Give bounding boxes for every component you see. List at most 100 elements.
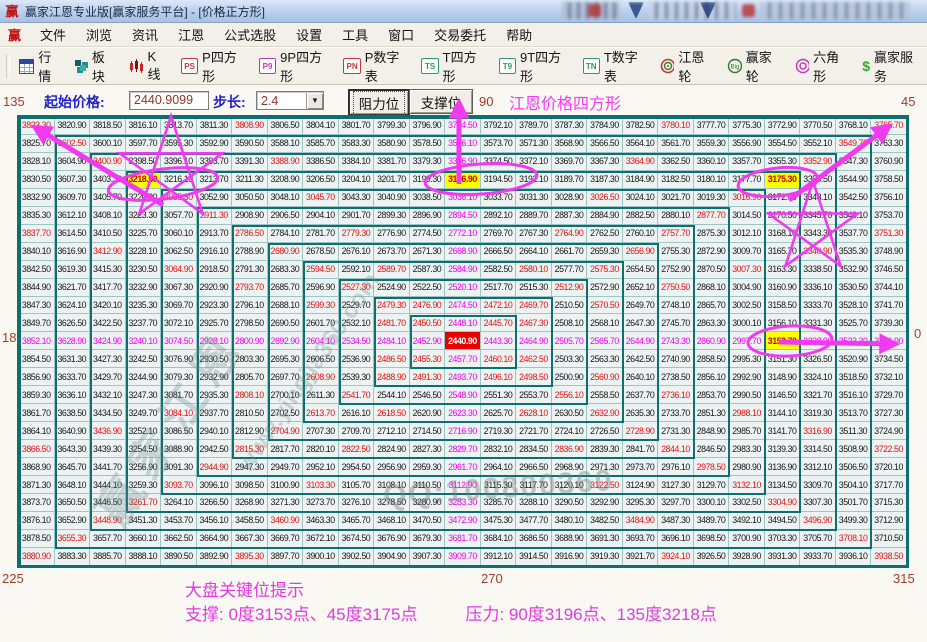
grid-cell: 2479.30: [374, 297, 410, 315]
support-button[interactable]: 支撑位: [409, 89, 473, 114]
grid-cell: 3408.10: [90, 207, 126, 225]
grid-cell: 2738.50: [658, 368, 694, 386]
grid-cell: 2517.70: [481, 279, 517, 297]
grid-cell: 3158.50: [765, 297, 801, 315]
grid-cell: 3242.50: [126, 350, 162, 368]
grid-cell: 2544.10: [374, 386, 410, 404]
grid-cell: 3148.90: [765, 368, 801, 386]
grid-cell: 3110.50: [410, 476, 446, 494]
grid-cell: 3237.70: [126, 314, 162, 332]
grid-cell: 3861.70: [19, 404, 55, 422]
grid-cell: 3396.10: [161, 153, 197, 171]
grid-cell: 3441.70: [90, 458, 126, 476]
grid-cell: 3501.70: [836, 494, 872, 512]
chevron-down-icon[interactable]: ▼: [306, 93, 323, 109]
toolbar-item-label: 9T四方形: [520, 47, 569, 85]
grid-cell: 2916.10: [197, 243, 233, 261]
menu-item[interactable]: 江恩: [168, 25, 214, 44]
grid-cell: 3554.50: [765, 135, 801, 153]
menu-item[interactable]: 文件: [30, 25, 76, 44]
grid-cell: 3028.90: [552, 189, 588, 207]
tool-9t-square[interactable]: T99T四方形: [492, 52, 576, 80]
grid-cell: 2913.70: [197, 225, 233, 243]
grid-cell: 3376.90: [445, 153, 481, 171]
grid-cell: 2620.90: [410, 404, 446, 422]
tool-t-number-table[interactable]: TNT数字表: [576, 52, 653, 80]
grid-cell: 3283.30: [445, 494, 481, 512]
tool-p-square[interactable]: PSP四方形: [174, 52, 252, 80]
tool-9p-square[interactable]: P99P四方形: [252, 52, 337, 80]
tool-hexagon[interactable]: 六角形: [788, 52, 855, 80]
grid-cell: 2894.50: [445, 207, 481, 225]
grid-cell: 2522.50: [410, 279, 446, 297]
grid-cell: 3367.30: [587, 153, 623, 171]
grid-cell: 3506.50: [836, 458, 872, 476]
menu-item[interactable]: 设置: [286, 25, 332, 44]
grid-cell: 2700.10: [268, 386, 304, 404]
tool-t-square[interactable]: TST四方形: [414, 52, 491, 80]
tool-winner-wheel[interactable]: Big赢家轮: [720, 52, 787, 80]
grid-cell: 3859.30: [19, 386, 55, 404]
resistance-button[interactable]: 阻力位: [348, 89, 410, 116]
grid-cell: 3753.70: [871, 207, 907, 225]
grid-cell: 3655.30: [55, 530, 91, 548]
menu-item[interactable]: 窗口: [378, 25, 424, 44]
grid-cell: 2980.90: [729, 458, 765, 476]
app-logo-icon: 赢: [4, 4, 20, 19]
angle-label-0: 0: [914, 326, 921, 341]
grid-cell: 2642.50: [623, 350, 659, 368]
grid-cell: 3638.50: [55, 404, 91, 422]
grid-cell: 2959.30: [410, 458, 446, 476]
grid-cell: 3660.10: [126, 530, 162, 548]
menu-item[interactable]: 资讯: [122, 25, 168, 44]
tool-quotes[interactable]: 行情: [12, 52, 69, 80]
grid-cell: 2515.30: [516, 279, 552, 297]
grid-cell: 2678.50: [303, 243, 339, 261]
grid-cell: 3319.30: [800, 404, 836, 422]
dollar-icon: $: [862, 58, 870, 74]
grid-cell: 2930.50: [197, 350, 233, 368]
blurred-red-icon: [588, 4, 601, 17]
grid-cell: 3364.90: [623, 153, 659, 171]
grid-cell: 2692.90: [268, 332, 304, 350]
menu-item[interactable]: 帮助: [496, 25, 542, 44]
menu-item[interactable]: 公式选股: [214, 25, 286, 44]
grid-cell: 2644.90: [623, 332, 659, 350]
grid-cell: 2973.70: [623, 458, 659, 476]
grid-cell: 2872.90: [694, 243, 730, 261]
grid-cell: 3453.70: [161, 512, 197, 530]
tool-kline[interactable]: K线: [122, 52, 174, 80]
grid-cell: 3405.70: [90, 189, 126, 207]
grid-cell: 2793.70: [232, 279, 268, 297]
grid-cell: 3928.90: [729, 548, 765, 566]
grid-cell: 2534.50: [339, 332, 375, 350]
step-select[interactable]: 2.4 ▼: [256, 91, 324, 110]
grid-cell: 2805.70: [232, 368, 268, 386]
grid-cell: 2484.10: [374, 332, 410, 350]
grid-cell: 3429.70: [90, 368, 126, 386]
tool-gann-wheel[interactable]: 江恩轮: [653, 52, 720, 80]
start-price-input[interactable]: 2440.9099: [129, 91, 209, 110]
grid-cell: 3770.50: [800, 117, 836, 135]
tool-p-number-table[interactable]: PNP数字表: [336, 52, 414, 80]
grid-cell: 3576.10: [445, 135, 481, 153]
ps-badge-icon: PS: [181, 58, 198, 74]
grid-cell: 3724.90: [871, 422, 907, 440]
menu-item[interactable]: 交易委托: [424, 25, 496, 44]
toolbar-item-label: P数字表: [365, 47, 408, 85]
grid-cell: 3122.50: [587, 476, 623, 494]
menu-item[interactable]: 浏览: [76, 25, 122, 44]
support-button-label: 支撑位: [415, 90, 468, 114]
grid-cell: 3746.50: [871, 261, 907, 279]
grid-cell: 2808.10: [232, 386, 268, 404]
menu-item[interactable]: 工具: [332, 25, 378, 44]
grid-cell: 3744.10: [871, 279, 907, 297]
tool-winner-service[interactable]: $赢家服务: [855, 52, 927, 80]
toolbar-item-label: 行情: [38, 47, 61, 85]
grid-cell: 3760.90: [871, 153, 907, 171]
tool-sectors[interactable]: 板块: [68, 52, 122, 80]
grid-cell: 3230.50: [126, 261, 162, 279]
grid-cell: 2824.90: [374, 440, 410, 458]
grid-cell: 3585.70: [303, 135, 339, 153]
grid-cell: 3511.30: [836, 422, 872, 440]
